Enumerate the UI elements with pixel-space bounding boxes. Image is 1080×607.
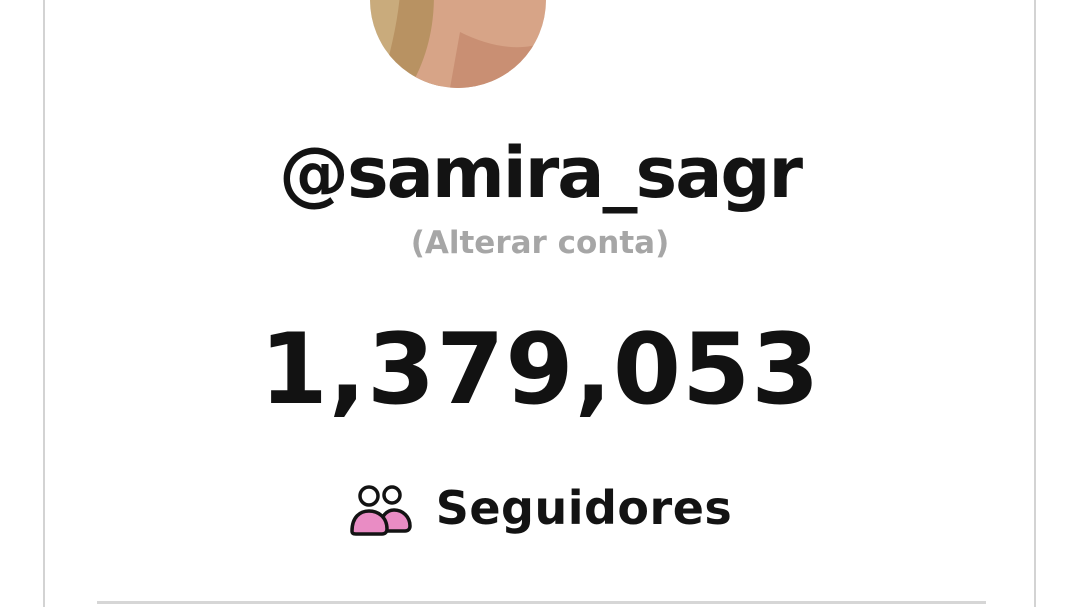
followers-row: Seguidores	[0, 478, 1080, 538]
profile-screen: @samira_sagr (Alterar conta) 1,379,053 S…	[0, 0, 1080, 607]
follower-count: 1,379,053	[259, 313, 821, 427]
people-icon	[349, 485, 412, 536]
followers-label: Seguidores	[435, 481, 733, 535]
divider	[97, 601, 986, 604]
switch-account-link[interactable]: (Alterar conta)	[0, 223, 1080, 263]
username: @samira_sagr	[278, 132, 803, 214]
